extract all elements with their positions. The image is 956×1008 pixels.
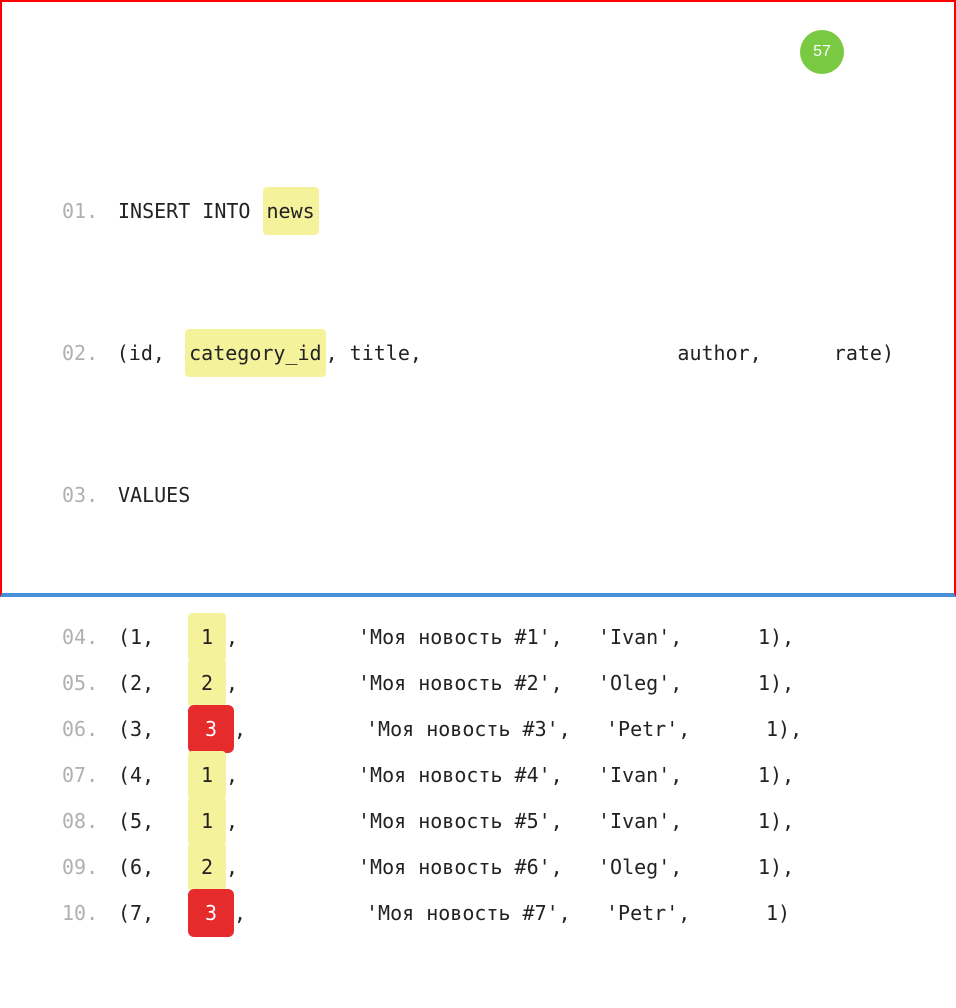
code-text: rate) (834, 330, 894, 376)
code-line: 08.(5,1, 'Моя новость #5','Ivan',1), (62, 798, 894, 844)
code-text: 'Petr', (606, 890, 766, 936)
highlight-value: 1 (188, 613, 226, 661)
code-text: 1), (758, 798, 794, 844)
line-number: 10. (62, 890, 118, 936)
code-text: (5, (118, 798, 188, 844)
slide-frame: 57 01. INSERT INTO news 02. (id, categor… (0, 0, 956, 597)
code-text: 'Моя новость #5', (358, 798, 598, 844)
code-text: , (226, 660, 236, 706)
code-text: , (234, 890, 244, 936)
code-text: VALUES (118, 472, 190, 518)
code-text: (7, (118, 890, 188, 936)
code-text: author, (677, 330, 833, 376)
line-number: 02. (62, 330, 117, 376)
code-text: 1), (766, 706, 802, 752)
code-text: (2, (118, 660, 188, 706)
code-text: , (226, 614, 236, 660)
code-text: (1, (118, 614, 188, 660)
code-text: , title, (326, 330, 443, 376)
code-line: 04.(1,1, 'Моя новость #1','Ivan',1), (62, 614, 894, 660)
code-text: 'Oleg', (598, 660, 758, 706)
slide-number: 57 (813, 43, 831, 61)
code-text: (id, (117, 330, 185, 376)
highlight-value: 2 (188, 843, 226, 891)
highlight-value: 1 (188, 751, 226, 799)
code-line: 03. VALUES (62, 472, 894, 518)
line-number: 09. (62, 844, 118, 890)
code-text: 1), (758, 844, 794, 890)
code-text: 1), (758, 614, 794, 660)
code-line: 05.(2,2, 'Моя новость #2','Oleg',1), (62, 660, 894, 706)
code-text: INSERT INTO (118, 188, 263, 234)
code-text: 'Ivan', (598, 798, 758, 844)
code-line: 01. INSERT INTO news (62, 188, 894, 234)
highlight-value: 1 (188, 797, 226, 845)
code-line: 10.(7,3, 'Моя новость #7','Petr',1) (62, 890, 894, 936)
line-number: 07. (62, 752, 118, 798)
code-line: 02. (id, category_id , title, author, ra… (62, 330, 894, 376)
code-text: , (234, 706, 244, 752)
code-text: , (226, 752, 236, 798)
code-text: (3, (118, 706, 188, 752)
code-block: 01. INSERT INTO news 02. (id, category_i… (62, 92, 894, 1008)
highlight-column-name: category_id (185, 329, 325, 377)
code-text: 'Моя новость #6', (358, 844, 598, 890)
code-text: (4, (118, 752, 188, 798)
highlight-error-value: 3 (188, 889, 234, 937)
code-line: 06.(3,3, 'Моя новость #3','Petr',1), (62, 706, 894, 752)
code-text: 'Моя новость #2', (358, 660, 598, 706)
highlight-table-name: news (263, 187, 319, 235)
code-line: 09.(6,2, 'Моя новость #6','Oleg',1), (62, 844, 894, 890)
line-number: 01. (62, 188, 118, 234)
highlight-value: 2 (188, 659, 226, 707)
code-text: (6, (118, 844, 188, 890)
code-text: 'Моя новость #3', (366, 706, 606, 752)
values-rows: 04.(1,1,'Моя новость #1','Ivan',1),05.(2… (62, 614, 894, 936)
line-number: 03. (62, 472, 118, 518)
code-text: 1) (766, 890, 790, 936)
line-number: 04. (62, 614, 118, 660)
code-text: 'Моя новость #4', (358, 752, 598, 798)
code-text: , (226, 844, 236, 890)
code-text: 'Ivan', (598, 752, 758, 798)
code-text: 'Ivan', (598, 614, 758, 660)
slide-number-badge: 57 (800, 30, 844, 74)
code-text: 'Petr', (606, 706, 766, 752)
line-number: 08. (62, 798, 118, 844)
code-text: 1), (758, 752, 794, 798)
line-number: 06. (62, 706, 118, 752)
code-text: 1), (758, 660, 794, 706)
code-line: 07.(4,1, 'Моя новость #4','Ivan',1), (62, 752, 894, 798)
highlight-error-value: 3 (188, 705, 234, 753)
code-text: , (226, 798, 236, 844)
code-text: 'Моя новость #1', (358, 614, 598, 660)
code-text: 'Oleg', (598, 844, 758, 890)
line-number: 05. (62, 660, 118, 706)
code-text: 'Моя новость #7', (366, 890, 606, 936)
